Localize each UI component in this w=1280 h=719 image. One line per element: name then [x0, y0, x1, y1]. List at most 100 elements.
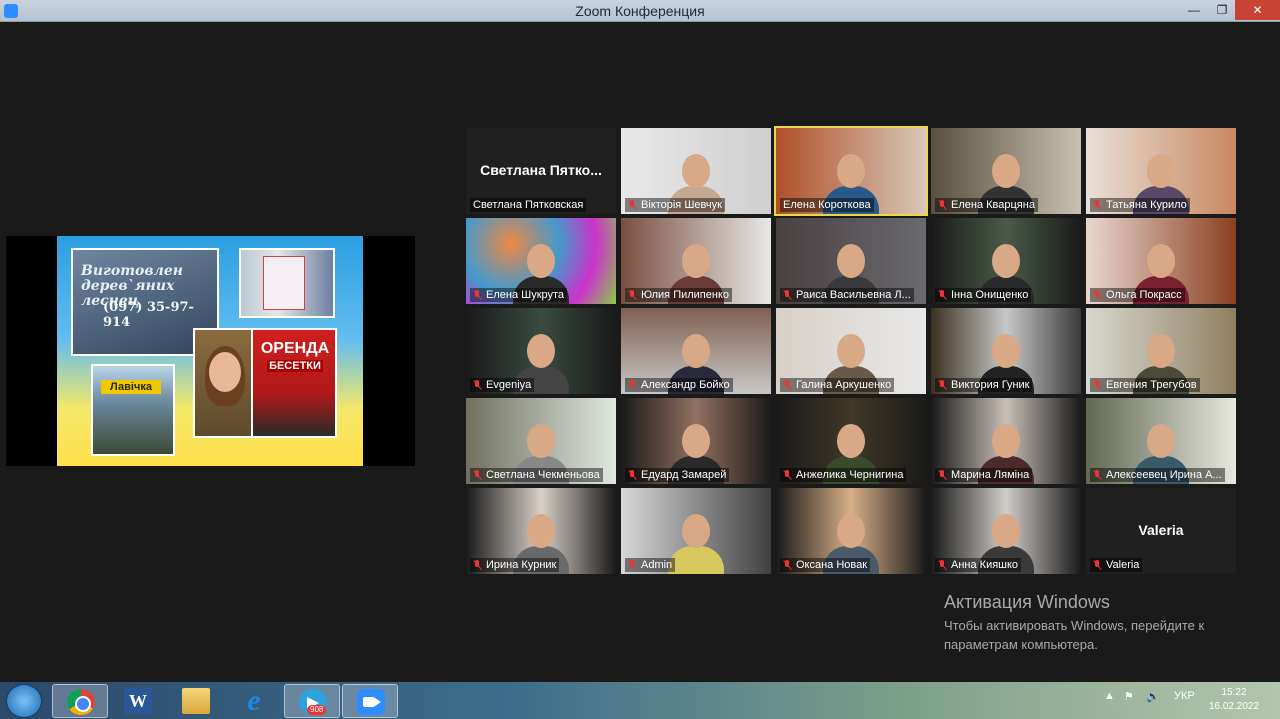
participant-name: Татьяна Курило	[1106, 199, 1187, 211]
participant-name: Evgeniya	[486, 379, 532, 391]
muted-mic-icon	[628, 470, 637, 480]
participant-tile[interactable]: Valeria Valeria	[1086, 488, 1236, 574]
participant-tile[interactable]: Едуард Замарей	[621, 398, 771, 484]
participant-tile[interactable]: Анжелика Чернигина	[776, 398, 926, 484]
restore-button[interactable]: ❐	[1208, 0, 1236, 20]
clock-time: 15:22	[1221, 687, 1247, 698]
muted-mic-icon	[628, 200, 637, 210]
poster-rent-sub: БЕСЕТКИ	[267, 360, 323, 372]
word-icon: W	[124, 688, 152, 714]
participant-tile[interactable]: Evgeniya	[466, 308, 616, 394]
participant-name: Вікторія Шевчук	[641, 199, 722, 211]
participant-name: Александр Бойко	[641, 379, 730, 391]
watermark-line-1: Чтобы активировать Windows, перейдите к	[944, 618, 1205, 633]
clock[interactable]: 15:22 16.02.2022	[1204, 686, 1264, 714]
participant-name: Едуард Замарей	[641, 469, 727, 481]
muted-mic-icon	[938, 290, 947, 300]
participant-name: Евгения Трегубов	[1106, 379, 1197, 391]
muted-mic-icon	[938, 470, 947, 480]
participant-name-label: Едуард Замарей	[625, 468, 730, 482]
participant-name-label: Татьяна Курило	[1090, 198, 1190, 212]
volume-icon[interactable]: 🔈	[1146, 690, 1160, 703]
participant-tile[interactable]: Admin	[621, 488, 771, 574]
participant-display-name: Valeria	[1138, 522, 1184, 538]
participant-tile[interactable]: Марина Ляміна	[931, 398, 1081, 484]
participant-name-label: Елена Кварцяна	[935, 198, 1038, 212]
participant-tile[interactable]: Елена Кварцяна	[931, 128, 1081, 214]
participant-name: Раиса Васильевна Л...	[796, 289, 911, 301]
participant-name: Ольга Покрасс	[1106, 289, 1182, 301]
chrome-icon	[67, 689, 95, 715]
title-bar: Zoom Конференция — ❐ ✕	[0, 0, 1280, 22]
close-icon: ✕	[1252, 3, 1263, 17]
language-indicator[interactable]: УКР	[1174, 690, 1195, 702]
participant-name-label: Анна Кияшко	[935, 558, 1022, 572]
windows-start-icon[interactable]	[6, 684, 42, 718]
participant-tile[interactable]: Татьяна Курило	[1086, 128, 1236, 214]
muted-mic-icon	[473, 380, 482, 390]
participant-tile[interactable]: Ирина Курник	[466, 488, 616, 574]
poster-rent: ОРЕНДА	[260, 340, 330, 357]
participant-name: Анжелика Чернигина	[796, 469, 904, 481]
muted-mic-icon	[473, 560, 482, 570]
telegram-badge: 908	[307, 705, 327, 715]
participant-name: Галина Аркушенко	[796, 379, 892, 391]
taskbar-chrome[interactable]	[52, 684, 108, 718]
participant-tile[interactable]: Раиса Васильевна Л...	[776, 218, 926, 304]
taskbar-telegram[interactable]: 908	[284, 684, 340, 718]
participant-name: Елена Шукрута	[486, 289, 565, 301]
participant-tile[interactable]: Ольга Покрасс	[1086, 218, 1236, 304]
participant-name-label: Оксана Новак	[780, 558, 871, 572]
participant-name-label: Светлана Чекменьова	[470, 468, 603, 482]
participant-name: Светлана Чекменьова	[486, 469, 600, 481]
participant-name-label: Admin	[625, 558, 676, 572]
participant-name-label: Евгения Трегубов	[1090, 378, 1200, 392]
muted-mic-icon	[628, 290, 637, 300]
participant-tile[interactable]: Оксана Новак	[776, 488, 926, 574]
participant-tile[interactable]: Анна Кияшко	[931, 488, 1081, 574]
participant-name-label: Елена Шукрута	[470, 288, 568, 302]
participant-name-label: Елена Короткова	[780, 198, 874, 212]
participant-tile[interactable]: Виктория Гуник	[931, 308, 1081, 394]
participant-tile[interactable]: Елена Шукрута	[466, 218, 616, 304]
muted-mic-icon	[628, 560, 637, 570]
close-button[interactable]: ✕	[1235, 0, 1280, 20]
muted-mic-icon	[783, 380, 792, 390]
participant-tile[interactable]: Евгения Трегубов	[1086, 308, 1236, 394]
taskbar-word[interactable]: W	[110, 684, 166, 718]
participant-tile[interactable]: Светлана Чекменьова	[466, 398, 616, 484]
muted-mic-icon	[1093, 560, 1102, 570]
participant-tile[interactable]: Інна Онищенко	[931, 218, 1081, 304]
participant-tile[interactable]: Алексеевец Ирина А...	[1086, 398, 1236, 484]
minimize-button[interactable]: —	[1180, 0, 1208, 20]
participant-tile[interactable]: Елена Короткова	[774, 126, 928, 216]
participant-display-name: Светлана Пятко...	[480, 162, 602, 178]
participant-tile[interactable]: Юлия Пилипенко	[621, 218, 771, 304]
muted-mic-icon	[1093, 290, 1102, 300]
poster-shop-label: Лавічка	[101, 380, 161, 394]
participant-name-label: Светлана Пятковская	[470, 198, 587, 212]
participant-name: Марина Ляміна	[951, 469, 1030, 481]
action-center-flag-icon[interactable]: ⚑	[1124, 690, 1134, 703]
taskbar-zoom[interactable]	[342, 684, 398, 718]
watermark-title: Активация Windows	[944, 592, 1110, 612]
participant-name-label: Галина Аркушенко	[780, 378, 895, 392]
taskbar-ie[interactable]: e	[226, 684, 282, 718]
shared-poster: Виготовлен дерев`яних леснец (097) 35-97…	[57, 236, 363, 466]
participant-tile[interactable]: Александр Бойко	[621, 308, 771, 394]
participant-name: Ирина Курник	[486, 559, 557, 571]
restore-icon: ❐	[1216, 3, 1228, 17]
participant-tile[interactable]: Светлана Пятко... Светлана Пятковская	[466, 128, 616, 214]
clock-date: 16.02.2022	[1208, 701, 1260, 712]
minimize-icon: —	[1188, 3, 1200, 17]
taskbar-explorer[interactable]	[168, 684, 224, 718]
tray-arrow-icon[interactable]: ▲	[1104, 690, 1115, 702]
participant-name: Виктория Гуник	[951, 379, 1030, 391]
participant-name: Елена Короткова	[783, 199, 871, 211]
participant-tile[interactable]: Галина Аркушенко	[776, 308, 926, 394]
participant-name-label: Вікторія Шевчук	[625, 198, 725, 212]
explorer-folder-icon	[182, 688, 210, 714]
participant-tile[interactable]: Вікторія Шевчук	[621, 128, 771, 214]
participant-name-label: Evgeniya	[470, 378, 535, 392]
poster-photo-shop: Лавічка	[91, 364, 175, 456]
